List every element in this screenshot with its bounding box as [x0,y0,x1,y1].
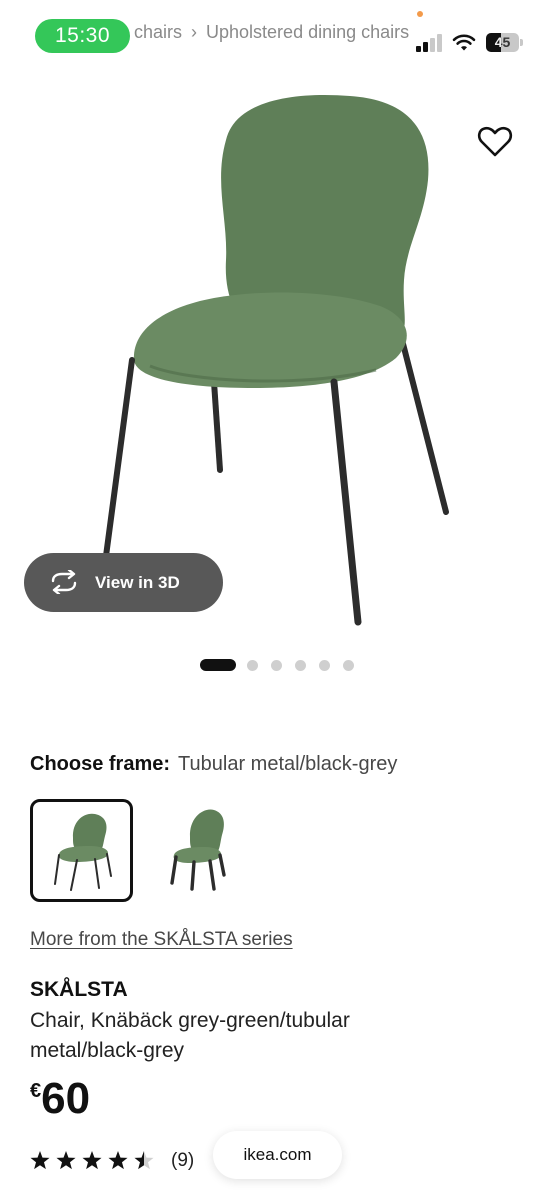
chair-thumbnail [170,809,226,891]
browser-url-bar[interactable]: ikea.com [213,1131,342,1179]
product-name: SKÅLSTA [30,978,128,1001]
series-link[interactable]: More from the SKÅLSTA series [30,929,293,951]
carousel-dot[interactable] [271,660,282,671]
battery-icon: 45 [486,33,524,52]
chair-leg [211,379,223,473]
chair-thumbnail [54,813,112,891]
star-full-icon [108,1151,128,1170]
frame-option-alternative[interactable] [146,799,249,902]
breadcrumb: chairs › Upholstered dining chairs [134,22,430,46]
frame-choice-heading: Choose frame: Tubular metal/black-grey [30,753,397,776]
status-bar: 15:30 chairs › Upholstered dining chairs 4… [0,0,554,70]
star-full-icon [82,1151,102,1170]
rating-stars [30,1151,154,1170]
frame-option-tubular-metal[interactable] [30,799,133,902]
carousel-dot[interactable] [247,660,258,671]
chair-leg [330,378,362,626]
price-amount: 60 [41,1074,91,1123]
view-in-3d-label: View in 3D [95,573,180,592]
breadcrumb-item-upholstered-dining-chairs[interactable]: Upholstered dining chairs [206,22,409,43]
favorite-heart-icon[interactable] [476,124,514,160]
battery-level: 45 [494,34,511,50]
carousel-dot[interactable] [319,660,330,671]
privacy-indicator-dot [417,11,423,17]
star-half-icon [134,1151,154,1170]
product-price: €60 [30,1074,90,1124]
frame-choice-value: Tubular metal/black-grey [178,753,398,775]
star-full-icon [30,1151,50,1170]
chair-leg [397,329,449,515]
status-time[interactable]: 15:30 [35,19,130,53]
rotate-3d-icon [51,570,77,594]
breadcrumb-item-chairs[interactable]: chairs [134,22,182,43]
rating-count: (9) [171,1150,195,1171]
carousel-dot-active[interactable] [200,659,236,671]
cellular-signal-icon [416,34,444,52]
star-full-icon [56,1151,76,1170]
carousel-dot[interactable] [295,660,306,671]
carousel-dot[interactable] [343,660,354,671]
price-currency: € [30,1080,42,1102]
frame-choice-label: Choose frame: [30,753,171,775]
wifi-icon [452,34,476,51]
product-description: Chair, Knäbäck grey-green/tubular metal/… [30,1009,350,1062]
breadcrumb-separator: › [191,22,198,42]
view-in-3d-button[interactable]: View in 3D [24,553,223,612]
chair-leg [103,357,135,559]
